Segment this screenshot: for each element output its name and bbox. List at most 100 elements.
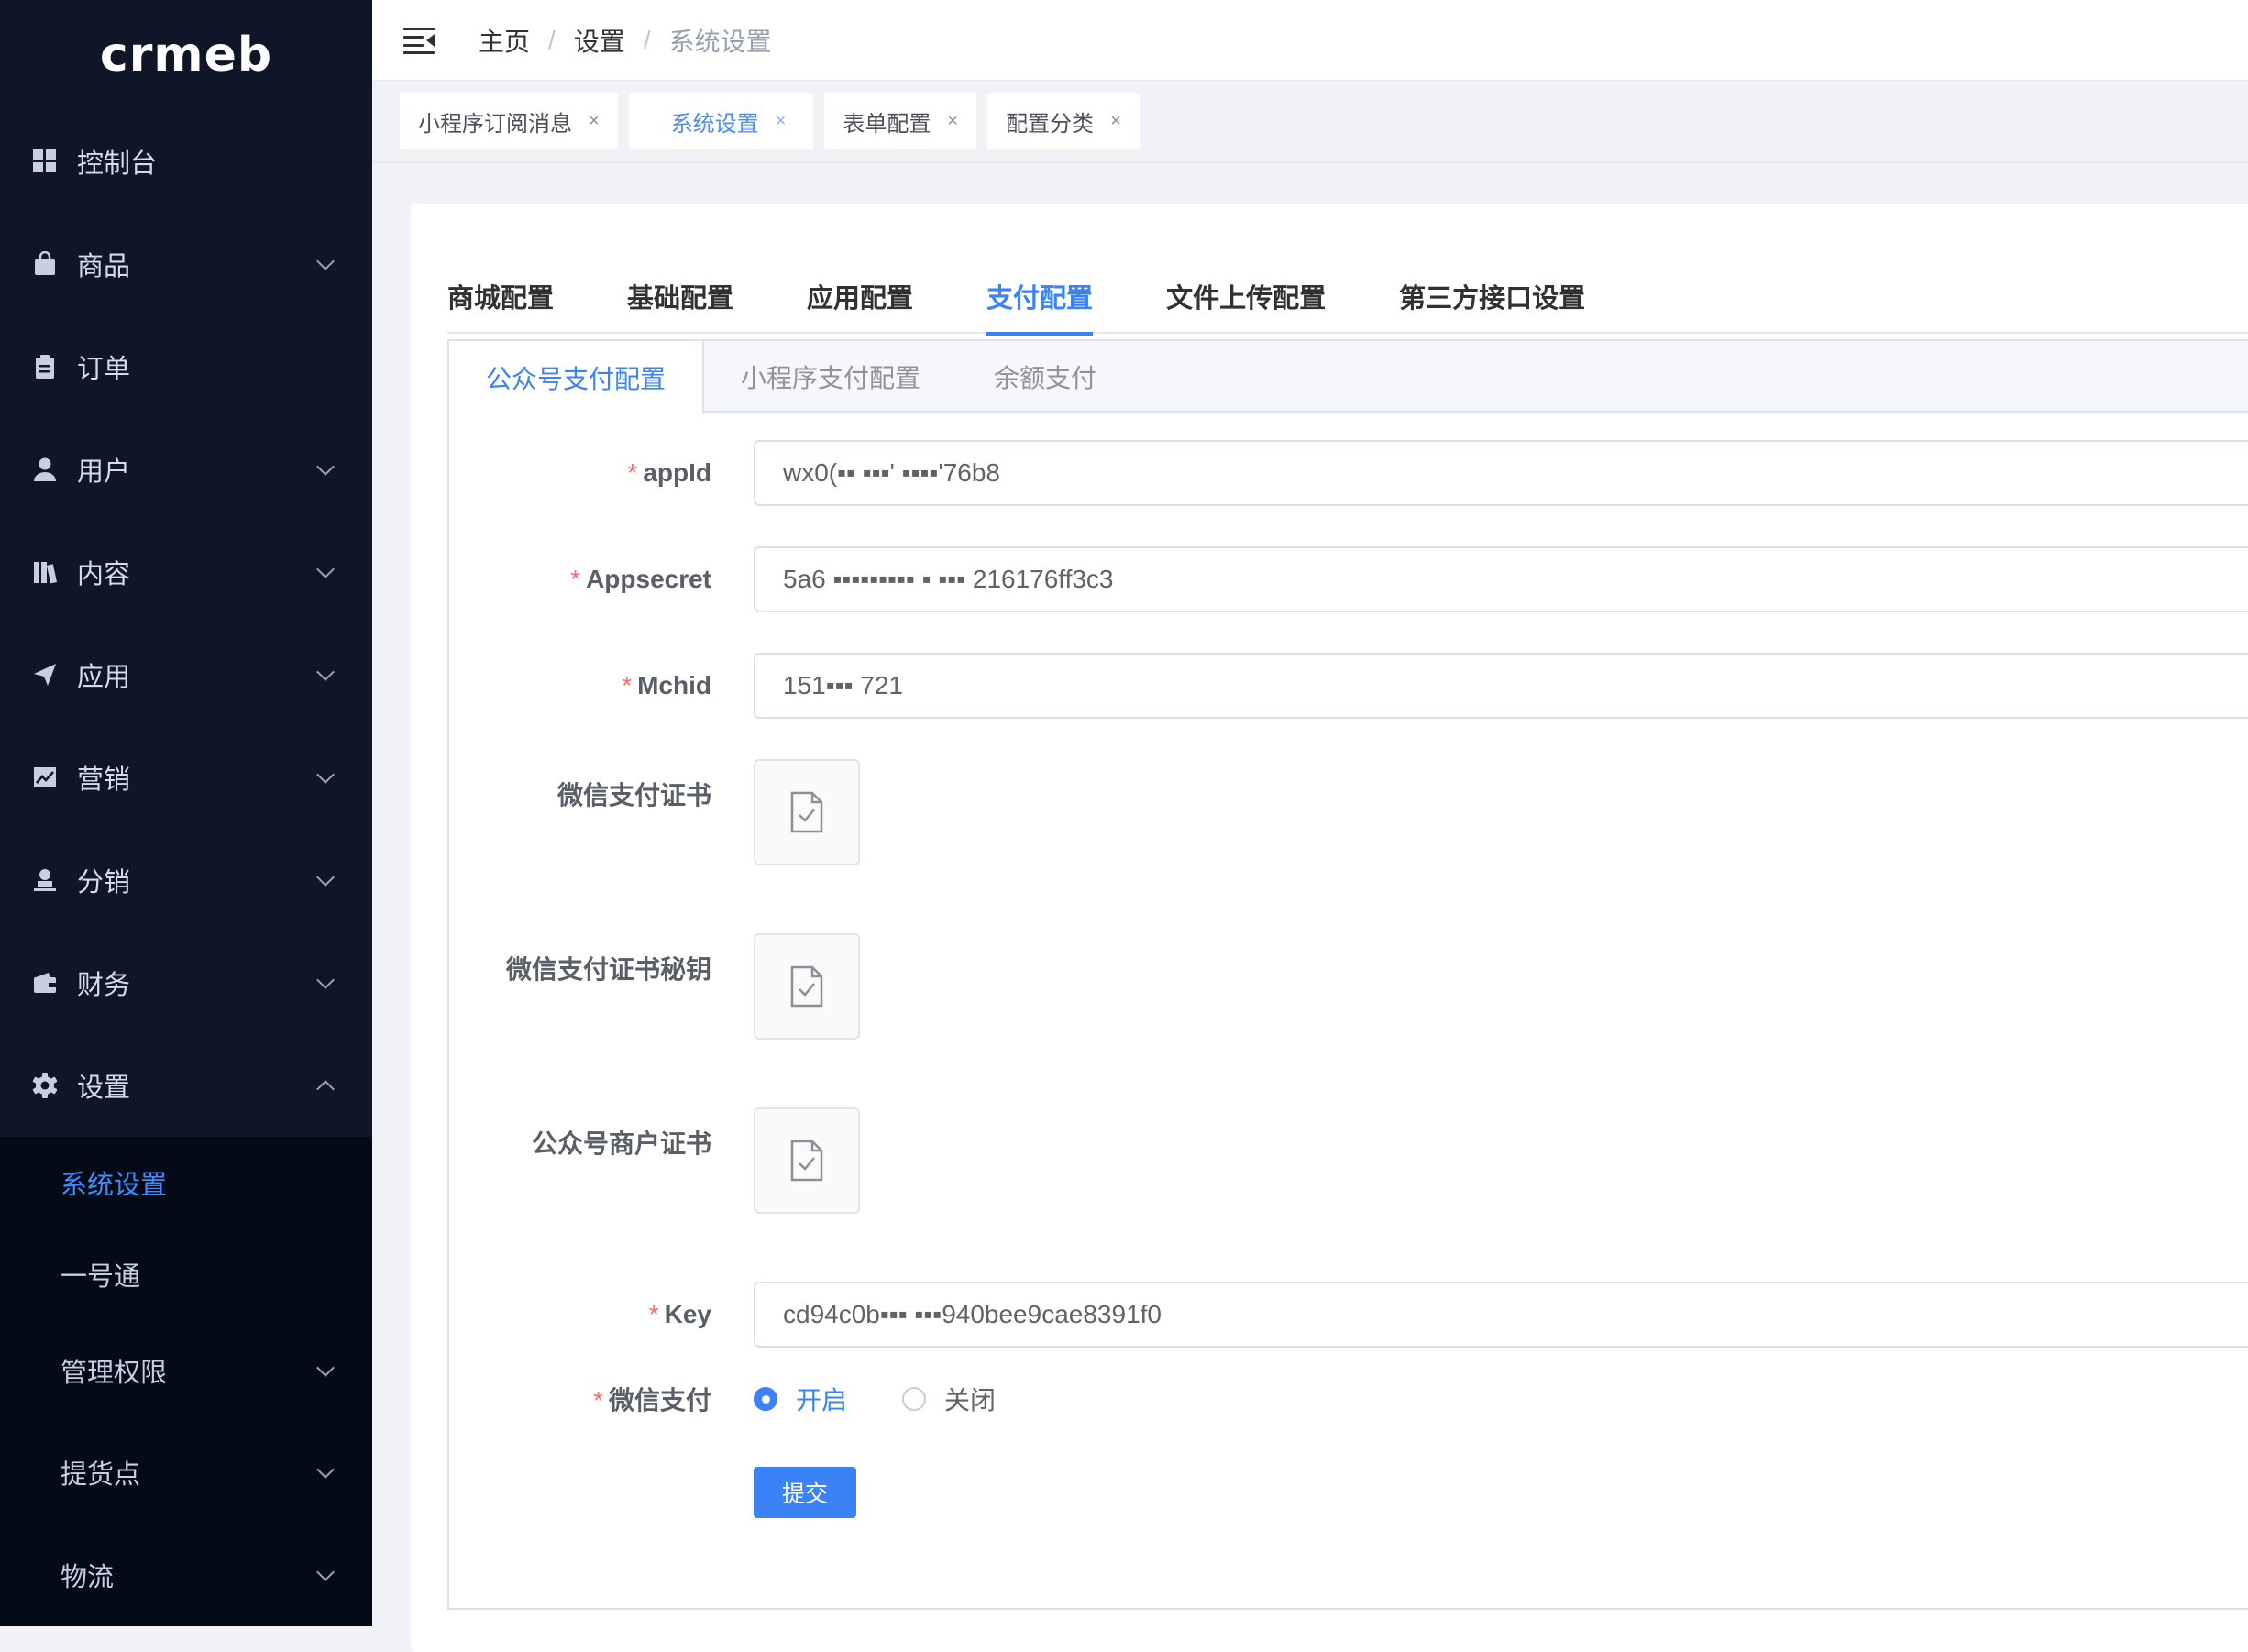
appid-input[interactable]: wx0(▪▪ ▪▪▪' ▪▪▪▪'76b8 xyxy=(754,440,2248,506)
sidebar-item-apps[interactable]: 应用 xyxy=(0,623,372,726)
subtab-balance-pay[interactable]: 余额支付 xyxy=(957,341,1133,413)
tab-app-config[interactable]: 应用配置 xyxy=(807,259,913,334)
wallet-icon xyxy=(31,969,59,997)
sub-tabs: 公众号支付配置 小程序支付配置 余额支付 xyxy=(449,341,2248,414)
radio-disable[interactable]: 关闭 xyxy=(902,1381,996,1417)
settings-card: 商城配置 基础配置 应用配置 支付配置 文件上传配置 第三方接口设置 公众号支付… xyxy=(411,204,2248,1652)
submit-button[interactable]: 提交 xyxy=(754,1467,856,1518)
sidebar-item-label: 内容 xyxy=(77,560,131,589)
chevron-down-icon xyxy=(316,252,335,270)
tag-label: 系统设置 xyxy=(670,111,759,137)
required-mark: * xyxy=(570,565,581,593)
main-tabs: 商城配置 基础配置 应用配置 支付配置 文件上传配置 第三方接口设置 xyxy=(447,259,2248,336)
key-label: * Key xyxy=(648,1300,711,1328)
tag-system-settings[interactable]: 系统设置 × xyxy=(628,93,814,149)
sidebar-item-products[interactable]: 商品 xyxy=(0,213,372,315)
appsecret-input[interactable]: 5a6 ▪▪▪▪▪▪▪▪▪ ▪ ▪▪▪ 216176ff3c3 xyxy=(754,546,2248,612)
submenu-item-label: 物流 xyxy=(61,1563,115,1592)
chevron-down-icon xyxy=(316,560,335,578)
chevron-down-icon xyxy=(316,868,335,887)
logo-text: crmeb xyxy=(99,28,273,83)
bag-icon xyxy=(31,250,59,278)
appid-label: * appId xyxy=(627,458,711,487)
cert-key-upload[interactable] xyxy=(754,933,860,1040)
mchid-label: * Mchid xyxy=(622,671,711,699)
chevron-up-icon xyxy=(316,1080,335,1098)
sidebar-item-label: 控制台 xyxy=(77,149,158,179)
stamp-icon xyxy=(31,866,59,894)
form-row-key: * Key cd94c0b▪▪▪ ▪▪▪940bee9cae8391f0 xyxy=(449,1282,2248,1348)
chevron-down-icon xyxy=(316,663,335,681)
submenu-item-system-settings[interactable]: 系统设置 xyxy=(0,1137,372,1228)
cert-key-label: 微信支付证书秘钥 xyxy=(505,955,711,984)
submenu-item-label: 一号通 xyxy=(61,1262,141,1292)
menu-toggle-icon[interactable] xyxy=(403,27,435,54)
required-mark: * xyxy=(622,671,633,699)
form-row-wechat-pay: * 微信支付 开启 关闭 xyxy=(449,1371,2248,1426)
submenu-item-logistics[interactable]: 物流 xyxy=(0,1524,372,1626)
cert-upload[interactable] xyxy=(754,759,860,865)
sidebar-item-finance[interactable]: 财务 xyxy=(0,931,372,1034)
tag-form-config[interactable]: 表单配置 × xyxy=(824,93,977,149)
chevron-down-icon xyxy=(316,1563,335,1581)
form-row-submit: 提交 xyxy=(449,1467,2248,1518)
breadcrumb-home[interactable]: 主页 xyxy=(479,22,530,59)
required-mark: * xyxy=(627,458,638,487)
payment-config-panel: 公众号支付配置 小程序支付配置 余额支付 * appId wx0(▪▪ ▪▪▪' … xyxy=(447,339,2248,1610)
sidebar-item-label: 订单 xyxy=(77,355,131,384)
subtab-mini-program-pay[interactable]: 小程序支付配置 xyxy=(704,341,957,413)
subtab-official-account-pay[interactable]: 公众号支付配置 xyxy=(449,341,705,414)
radio-enable[interactable]: 开启 xyxy=(754,1381,847,1417)
tab-payment-config[interactable]: 支付配置 xyxy=(986,259,1094,336)
chart-icon xyxy=(31,764,59,791)
form-row-appsecret: * Appsecret 5a6 ▪▪▪▪▪▪▪▪▪ ▪ ▪▪▪ 216176ff3… xyxy=(449,546,2248,612)
sidebar-item-orders[interactable]: 订单 xyxy=(0,315,372,418)
wechat-pay-radio-group: 开启 关闭 xyxy=(754,1381,1051,1417)
breadcrumb-current: 系统设置 xyxy=(668,27,772,56)
tag-mini-program-subscribe[interactable]: 小程序订阅消息 × xyxy=(400,93,618,149)
merchant-cert-upload[interactable] xyxy=(754,1107,860,1214)
file-check-icon xyxy=(790,1140,823,1182)
sidebar-item-distribution[interactable]: 分销 xyxy=(0,829,372,931)
required-mark: * xyxy=(593,1386,603,1415)
sidebar-item-users[interactable]: 用户 xyxy=(0,418,372,521)
submenu-item-yihaotong[interactable]: 一号通 xyxy=(0,1228,372,1320)
sidebar-item-marketing[interactable]: 营销 xyxy=(0,726,372,829)
sidebar-item-label: 商品 xyxy=(77,252,131,281)
breadcrumb-settings[interactable]: 设置 xyxy=(574,22,625,59)
tag-label: 配置分类 xyxy=(1006,111,1095,137)
tab-mall-config[interactable]: 商城配置 xyxy=(447,259,554,334)
sidebar-item-content[interactable]: 内容 xyxy=(0,521,372,623)
mchid-input[interactable]: 151▪▪▪ 721 xyxy=(754,653,2248,719)
sidebar-item-label: 营销 xyxy=(77,765,131,795)
dashboard-icon xyxy=(31,148,59,175)
sidebar-item-label: 应用 xyxy=(77,663,131,692)
tab-basic-config[interactable]: 基础配置 xyxy=(627,259,733,334)
tag-config-category[interactable]: 配置分类 × xyxy=(987,93,1140,149)
breadcrumb-separator: / xyxy=(548,25,556,54)
cert-label: 微信支付证书 xyxy=(556,781,711,809)
sidebar-item-settings[interactable]: 设置 xyxy=(0,1034,372,1137)
close-icon[interactable]: × xyxy=(1110,111,1121,132)
merchant-cert-label: 公众号商户证书 xyxy=(531,1129,711,1158)
chevron-down-icon xyxy=(316,971,335,989)
radio-unchecked-icon xyxy=(902,1387,927,1411)
form-row-appid: * appId wx0(▪▪ ▪▪▪' ▪▪▪▪'76b8 xyxy=(449,440,2248,506)
radio-checked-icon xyxy=(754,1387,777,1411)
key-input[interactable]: cd94c0b▪▪▪ ▪▪▪940bee9cae8391f0 xyxy=(754,1282,2248,1348)
tab-third-party-config[interactable]: 第三方接口设置 xyxy=(1399,259,1585,334)
sidebar-item-dashboard[interactable]: 控制台 xyxy=(0,110,372,213)
chevron-down-icon xyxy=(316,1359,335,1377)
breadcrumb-separator: / xyxy=(643,25,651,54)
tab-upload-config[interactable]: 文件上传配置 xyxy=(1166,259,1326,334)
close-icon[interactable]: × xyxy=(589,111,600,132)
library-icon xyxy=(31,558,59,586)
sidebar-item-label: 财务 xyxy=(77,971,131,1000)
submenu-item-permissions[interactable]: 管理权限 xyxy=(0,1320,372,1421)
close-icon[interactable]: × xyxy=(947,111,958,132)
close-icon[interactable]: × xyxy=(776,111,787,132)
logo[interactable]: crmeb xyxy=(0,0,372,110)
send-icon xyxy=(31,661,59,688)
tags-bar: 小程序订阅消息 × 系统设置 × 表单配置 × 配置分类 × xyxy=(372,81,2248,161)
submenu-item-pickup[interactable]: 提货点 xyxy=(0,1421,372,1524)
